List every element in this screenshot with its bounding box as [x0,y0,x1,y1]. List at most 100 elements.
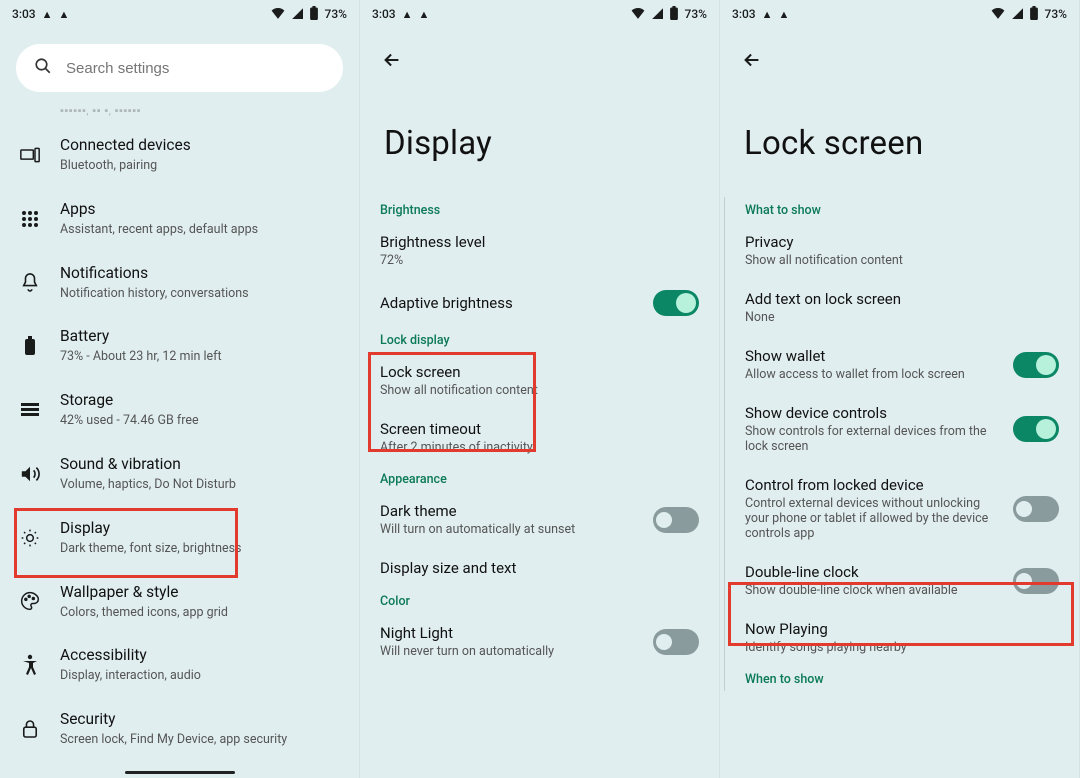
setting-title: Adaptive brightness [380,294,641,312]
settings-item-wallpaper[interactable]: Wallpaper & styleColors, themed icons, a… [0,570,359,634]
settings-root-panel: 3:03 ▲ ▲ 73% ▪▪▪▪▪▪, ▪▪ ▪, ▪▪▪▪▪▪ Connec… [0,0,360,778]
status-time: 3:03 [732,7,756,21]
item-title: Battery [60,326,343,347]
setting-sub: Show all notification content [380,383,699,398]
section-appearance: Appearance [360,466,719,491]
settings-item-security[interactable]: Security Screen lock, Find My Device, app… [0,697,359,761]
item-title: Sound & vibration [60,454,343,475]
section-lock-display: Lock display [360,327,719,352]
back-button[interactable] [734,42,770,78]
notif-icon-1: ▲ [42,8,53,21]
settings-item-connected-devices[interactable]: Connected devicesBluetooth, pairing [0,123,359,187]
item-sub: Screen lock, Find My Device, app securit… [60,732,343,749]
item-title: Security [60,709,343,730]
status-time: 3:03 [12,7,36,21]
brightness-icon [16,528,44,548]
item-sub: Dark theme, font size, brightness [60,541,343,558]
toggle-device-controls[interactable] [1013,416,1059,442]
settings-item-battery[interactable]: Battery73% - About 23 hr, 12 min left [0,314,359,378]
wifi-icon [631,7,645,22]
notif-icon-2: ▲ [779,8,790,21]
status-time: 3:03 [372,7,396,21]
setting-night-light[interactable]: Night LightWill never turn on automatica… [360,613,719,670]
page-title: Lock screen [720,84,1079,197]
setting-privacy[interactable]: PrivacyShow all notification content [725,222,1079,279]
setting-title: Night Light [380,624,641,642]
setting-device-controls[interactable]: Show device controls Show controls for ex… [725,393,1079,465]
item-title: Apps [60,199,343,220]
setting-sub: Will turn on automatically at sunset [380,522,641,537]
item-sub: 42% used - 74.46 GB free [60,413,343,430]
battery-icon [669,6,679,23]
toggle-show-wallet[interactable] [1013,352,1059,378]
apps-icon [16,210,44,228]
toggle-dark-theme[interactable] [653,507,699,533]
setting-control-from-locked[interactable]: Control from locked deviceControl extern… [725,465,1079,552]
lock-icon [16,719,44,739]
speaker-icon [16,465,44,483]
signal-icon [651,7,663,22]
setting-sub: Show controls for external devices from … [745,424,1001,454]
back-button[interactable] [374,42,410,78]
section-when-to-show: When to show [725,666,1079,691]
status-bar: 3:03 ▲ ▲ 73% [360,0,719,28]
page-title: Display [360,84,719,197]
item-sub: Assistant, recent apps, default apps [60,222,343,239]
signal-icon [1011,7,1023,22]
settings-item-apps[interactable]: Apps Assistant, recent apps, default apps [0,187,359,251]
toggle-adaptive-brightness[interactable] [653,290,699,316]
setting-screen-timeout[interactable]: Screen timeout After 2 minutes of inactiv… [360,409,719,466]
setting-sub: After 2 minutes of inactivity [380,440,699,455]
setting-title: Now Playing [745,620,1059,638]
devices-icon [16,147,44,163]
setting-add-text[interactable]: Add text on lock screenNone [725,279,1079,336]
section-what-to-show: What to show [725,197,1079,222]
item-title: Notifications [60,263,343,284]
section-color: Color [360,588,719,613]
toggle-double-line-clock[interactable] [1013,568,1059,594]
notif-icon-2: ▲ [59,8,70,21]
search-icon [34,57,52,79]
accessibility-icon [16,654,44,676]
signal-icon [291,7,303,22]
palette-icon [16,591,44,611]
setting-title: Double-line clock [745,563,1001,581]
search-settings[interactable] [16,44,343,92]
setting-adaptive-brightness[interactable]: Adaptive brightness [360,279,719,327]
setting-brightness-level[interactable]: Brightness level72% [360,222,719,279]
item-title: Connected devices [60,135,343,156]
search-input[interactable] [66,60,325,77]
status-battery-pct: 73% [325,7,347,21]
setting-title: Dark theme [380,502,641,520]
setting-title: Add text on lock screen [745,290,1059,308]
toggle-night-light[interactable] [653,629,699,655]
setting-sub: Show all notification content [745,253,1059,268]
setting-title: Lock screen [380,363,699,381]
battery-icon [309,6,319,23]
status-battery-pct: 73% [1045,7,1067,21]
setting-title: Show device controls [745,404,1001,422]
nav-home-indicator[interactable] [125,771,235,774]
toggle-control-from-locked[interactable] [1013,496,1059,522]
item-title: Display [60,518,343,539]
truncated-prev-item-sub: ▪▪▪▪▪▪, ▪▪ ▪, ▪▪▪▪▪▪ [0,100,359,123]
notif-icon-2: ▲ [419,8,430,21]
setting-title: Control from locked device [745,476,1001,494]
settings-item-display[interactable]: Display Dark theme, font size, brightness [0,506,359,570]
settings-item-accessibility[interactable]: AccessibilityDisplay, interaction, audio [0,633,359,697]
setting-dark-theme[interactable]: Dark theme Will turn on automatically at … [360,491,719,548]
setting-now-playing[interactable]: Now PlayingIdentify songs playing nearby [725,609,1079,666]
setting-double-line-clock[interactable]: Double-line clockShow double-line clock … [725,552,1079,609]
settings-item-storage[interactable]: Storage42% used - 74.46 GB free [0,378,359,442]
setting-display-size-text[interactable]: Display size and text [360,548,719,588]
settings-item-notifications[interactable]: NotificationsNotification history, conve… [0,251,359,315]
setting-show-wallet[interactable]: Show walletAllow access to wallet from l… [725,336,1079,393]
section-brightness: Brightness [360,197,719,222]
item-sub: Colors, themed icons, app grid [60,605,343,622]
notif-icon-1: ▲ [762,8,773,21]
setting-title: Brightness level [380,233,699,251]
setting-lock-screen[interactable]: Lock screen Show all notification content [360,352,719,409]
settings-item-sound[interactable]: Sound & vibrationVolume, haptics, Do Not… [0,442,359,506]
wifi-icon [271,7,285,22]
setting-title: Screen timeout [380,420,699,438]
